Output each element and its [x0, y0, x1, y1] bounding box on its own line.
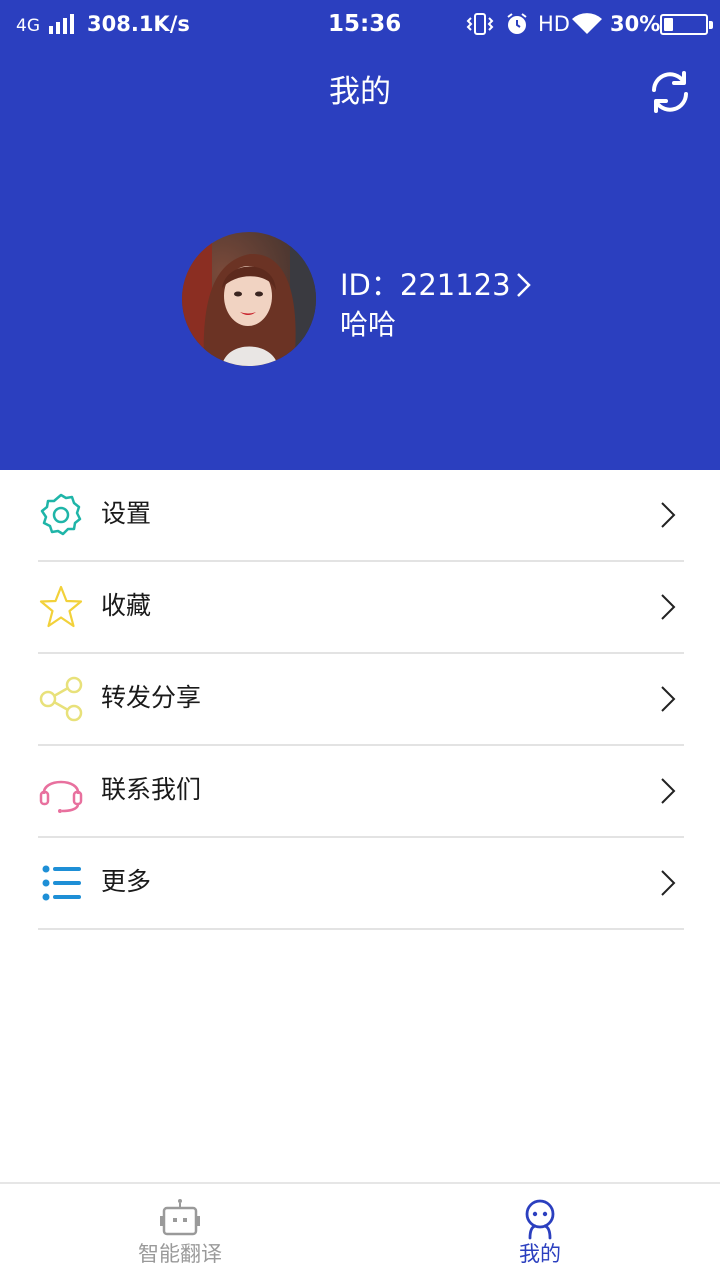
list-icon — [42, 865, 81, 901]
menu-label: 更多 — [101, 867, 152, 896]
menu-label: 联系我们 — [101, 775, 202, 804]
menu-label: 收藏 — [101, 591, 152, 620]
signal-icon — [49, 14, 74, 34]
status-time: 15:36 — [328, 11, 402, 37]
chevron-right-icon — [661, 594, 676, 620]
headset-icon — [39, 780, 83, 813]
chevron-right-icon[interactable] — [512, 270, 534, 300]
tab-label: 智能翻译 — [138, 1242, 222, 1266]
wifi-icon — [572, 13, 602, 34]
profile-name: 哈哈 — [340, 308, 397, 341]
share-icon — [39, 676, 83, 722]
menu-item-contact[interactable]: 联系我们 — [0, 746, 720, 838]
menu-item-favorites[interactable]: 收藏 — [0, 562, 720, 654]
tab-translate[interactable]: 智能翻译 — [0, 1184, 360, 1280]
chevron-right-icon — [661, 870, 676, 896]
battery-icon — [660, 14, 713, 35]
menu-list: 设置 收藏 转发分享 联系我们 更多 — [0, 470, 720, 930]
alarm-icon — [507, 13, 527, 34]
battery-percent: 30% — [610, 12, 661, 36]
page-title: 我的 — [329, 74, 391, 110]
menu-item-more[interactable]: 更多 — [0, 838, 720, 930]
vibrate-icon — [466, 13, 494, 35]
robot-icon — [160, 1199, 200, 1236]
chevron-right-icon — [661, 778, 676, 804]
menu-item-share[interactable]: 转发分享 — [0, 654, 720, 746]
user-icon — [525, 1199, 555, 1240]
divider — [38, 928, 684, 930]
refresh-icon[interactable] — [646, 68, 694, 116]
avatar[interactable] — [182, 232, 316, 366]
menu-label: 转发分享 — [101, 683, 202, 712]
chevron-right-icon — [661, 686, 676, 712]
profile-header: 4G 308.1K/s 15:36 HD 30% 我的 ID：221123 哈哈 — [0, 0, 720, 470]
profile-id[interactable]: ID：221123 — [340, 266, 511, 304]
tab-label: 我的 — [519, 1242, 561, 1266]
status-bar: 4G 308.1K/s 15:36 HD 30% — [0, 0, 720, 50]
hd-indicator: HD — [538, 12, 570, 36]
network-speed: 308.1K/s — [87, 12, 190, 36]
menu-item-settings[interactable]: 设置 — [0, 470, 720, 562]
gear-icon — [40, 493, 82, 536]
network-type: 4G — [16, 16, 40, 36]
menu-label: 设置 — [101, 499, 152, 528]
tab-mine[interactable]: 我的 — [360, 1184, 720, 1280]
chevron-right-icon — [661, 502, 676, 528]
bottom-tab-bar: 智能翻译 我的 — [0, 1182, 720, 1280]
star-icon — [39, 585, 83, 628]
